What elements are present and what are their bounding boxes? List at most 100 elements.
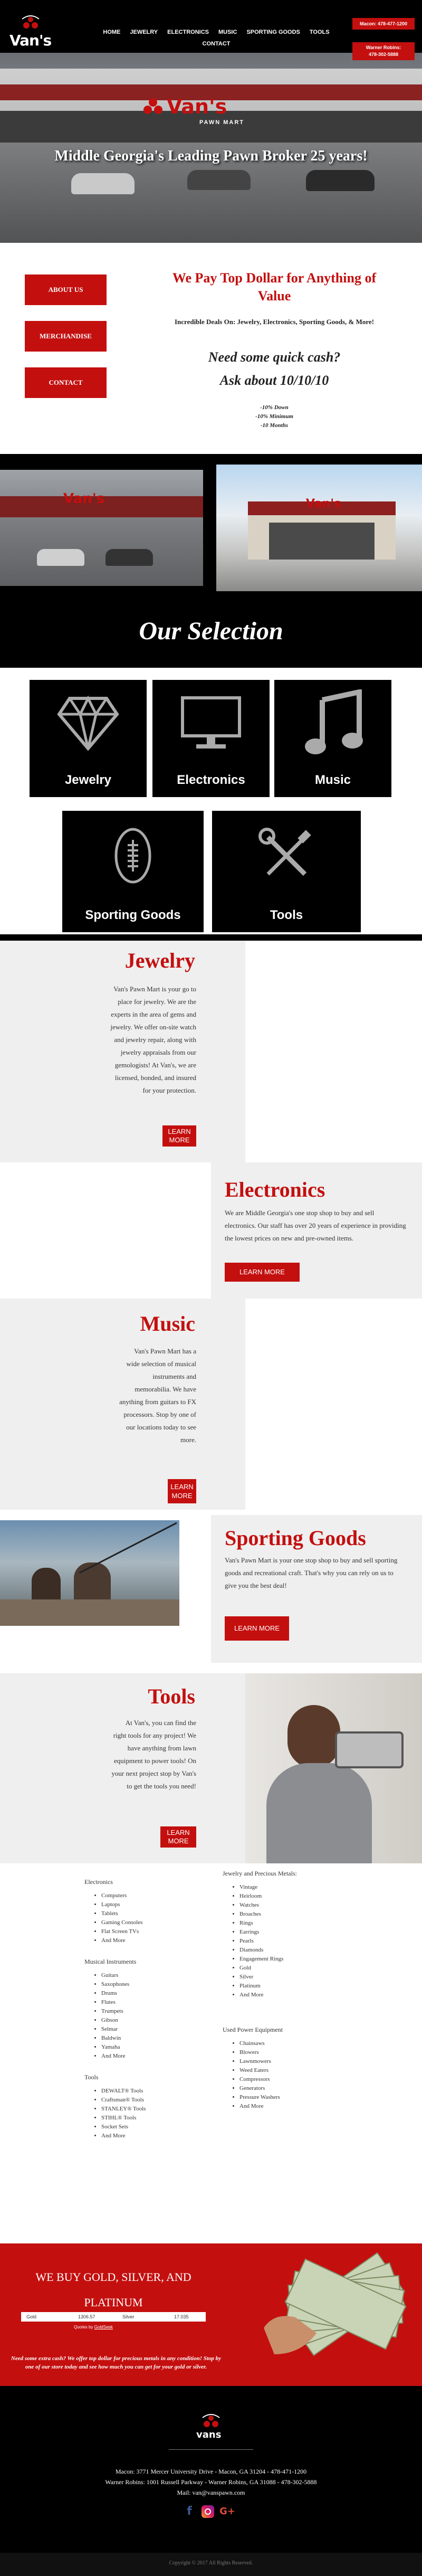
electronics-learn-more-button[interactable]: LEARN MORE [225,1263,300,1282]
tile-label: Jewelry [64,773,112,787]
warner-phone-box[interactable]: Warner Robins: 478-302-5888 [352,42,415,60]
sign-text: Van's [63,491,105,507]
tile-jewelry[interactable]: Jewelry [30,680,147,797]
electronics-list: ComputersLaptopsTabletsGaming ConsolesFl… [84,1891,211,1945]
footer-mail[interactable]: Mail: van@vanspawn.com [0,2487,422,2498]
power-equipment-list: ChainsawsBlowersLawnmowersWeed EatersCom… [223,2039,349,2111]
list-item: And More [101,1936,211,1945]
person-head [287,1705,340,1768]
gold-label: Gold [26,2314,37,2319]
list-heading-music: Musical Instruments [84,1958,137,1965]
contact-button[interactable]: Contact [25,367,107,398]
sign-text: Van's [167,95,227,118]
nav-music[interactable]: Music [218,26,237,38]
gold-section: WE BUY GOLD, SILVER, AND PLATINUM Gold 1… [0,2243,422,2386]
goldseek-link[interactable]: GoldSeek [94,2325,113,2329]
metal-price-ticker: Gold 1306.57 Silver 17.035 [21,2312,206,2322]
nav-jewelry[interactable]: Jewelry [130,26,158,38]
electronics-section: Electronics We are Middle Georgia's one … [0,1162,422,1299]
list-heading-electronics: Electronics [84,1878,113,1886]
list-item: And More [239,1991,349,2000]
right-column: Jewelry and Precious Metals: VintageHeir… [223,1870,349,2111]
list-item: Engagement Rings [239,1955,349,1964]
list-item: Broaches [239,1910,349,1919]
footer-divider [169,2449,253,2450]
store-photo-left: Van's [0,470,203,586]
music-text: Van's Pawn Mart has a wide selection of … [119,1347,196,1444]
sign-text: Van's [306,497,341,510]
facebook-icon[interactable]: f [184,2505,195,2518]
music-title: Music [140,1312,195,1336]
google-plus-icon[interactable]: G+ [219,2505,235,2518]
hero-banner: Van's PAWN MART Middle Georgia's Leading… [0,53,422,243]
macon-phone-box[interactable]: Macon: 478-477-1200 [352,18,415,30]
list-item: Tablets [101,1909,211,1918]
list-item: Craftsman® Tools [101,2096,211,2105]
list-item: Selmar [101,2025,211,2034]
nav-home[interactable]: Home [103,26,120,38]
about-us-button[interactable]: About Us [25,274,107,305]
macon-phone: Macon: 478-477-1200 [359,21,408,26]
nav-contact[interactable]: Contact [203,38,231,50]
merchandise-button[interactable]: Merchandise [25,321,107,352]
tile-music[interactable]: Music [274,680,391,797]
category-lists: Electronics ComputersLaptopsTabletsGamin… [0,1863,422,2243]
gold-price: 1306.57 [78,2314,95,2319]
list-item: Baldwin [101,2034,211,2043]
music-learn-more-button[interactable]: LEARN MORE [168,1479,196,1503]
copyright-bar: Copyright © 2017 All Rights Reserved. [0,2553,422,2576]
store-windows [269,523,375,560]
diamond-icon [57,696,119,751]
pawn-balls-icon [143,98,162,114]
footer-logo[interactable]: vans [191,2412,231,2444]
jewelry-learn-more-button[interactable]: LEARN MORE [162,1125,196,1147]
pawn-balls-icon [22,15,40,29]
finance-terms: -10% Down -10% Minimum -10 Months [142,403,406,430]
list-item: Flutes [101,1998,211,2007]
tools-photo [245,1673,422,1863]
list-item: Drums [101,1989,211,1998]
left-column: Electronics ComputersLaptopsTabletsGamin… [84,1878,211,2141]
sporting-learn-more-button[interactable]: LEARN MORE [225,1616,289,1641]
main-nav: Home Jewelry Electronics Music Sporting … [90,26,343,50]
nav-electronics[interactable]: Electronics [167,26,209,38]
tile-tools[interactable]: Tools [212,811,361,932]
jewelry-panel: Jewelry Van's Pawn Mart is your go to pl… [0,941,245,1162]
person-body [266,1763,372,1863]
sporting-title: Sporting Goods [225,1526,366,1550]
site-header: Van's Home Jewelry Electronics Music Spo… [0,0,422,60]
nav-tools[interactable]: Tools [310,26,330,38]
tools-title: Tools [148,1684,195,1708]
tile-label: Tools [270,908,303,922]
selection-banner: Our Selection [0,602,422,668]
logo-text: Van's [9,32,52,49]
list-item: Compressors [239,2075,349,2084]
silver-label: Silver [122,2314,135,2319]
fishing-photo [0,1520,179,1626]
list-item: Gibson [101,2016,211,2025]
list-item: And More [101,2052,211,2061]
social-links: f G+ [184,2505,242,2519]
list-item: Gold [239,1964,349,1973]
list-heading-power-equipment: Used Power Equipment [223,2026,283,2033]
tile-electronics[interactable]: Electronics [152,680,270,797]
silver-price: 17.035 [174,2314,189,2319]
tools-learn-more-button[interactable]: LEARN MORE [160,1826,196,1848]
car [37,549,84,566]
nav-sporting-goods[interactable]: Sporting Goods [246,26,300,38]
car [187,170,251,190]
pawn-balls-icon [202,2414,220,2427]
electronics-text: We are Middle Georgia's one stop shop to… [225,1209,406,1242]
gold-title: WE BUY GOLD, SILVER, AND PLATINUM [35,2270,191,2309]
sign-subtext: PAWN MART [199,119,245,126]
music-panel: Music Van's Pawn Mart has a wide selecti… [0,1299,245,1510]
instagram-icon[interactable] [202,2505,214,2518]
list-item: Pearls [239,1937,349,1946]
list-item: Laptops [101,1900,211,1909]
tile-sporting-goods[interactable]: Sporting Goods [62,811,204,932]
list-item: Earrings [239,1928,349,1937]
vans-logo[interactable]: Van's [5,12,55,53]
list-item: Flat Screen TVs [101,1927,211,1936]
quick-cash-heading: Need some quick cash? [208,349,341,365]
sporting-panel: Sporting Goods Van's Pawn Mart is your o… [211,1515,422,1663]
